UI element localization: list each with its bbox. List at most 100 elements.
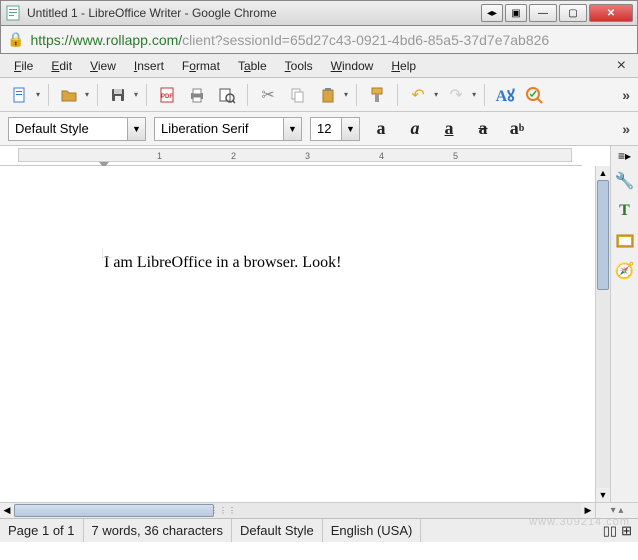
- redo-button[interactable]: ↷: [444, 83, 468, 107]
- bold-button[interactable]: a: [368, 117, 394, 141]
- ruler-tick: 1: [157, 151, 162, 161]
- status-page[interactable]: Page 1 of 1: [0, 519, 84, 542]
- workspace: I am LibreOffice in a browser. Look! ▲ ▼…: [0, 166, 638, 502]
- separator: [247, 84, 248, 106]
- window-title: Untitled 1 - LibreOffice Writer - Google…: [27, 6, 473, 20]
- url-host: https://www.rollapp.com/: [30, 32, 182, 48]
- close-button[interactable]: ✕: [589, 4, 633, 22]
- font-name-dropdown-icon[interactable]: ▼: [283, 118, 301, 140]
- menu-insert[interactable]: Insert: [126, 57, 172, 75]
- spellcheck-button[interactable]: Aꙋ: [493, 83, 517, 107]
- separator: [484, 84, 485, 106]
- url-bar[interactable]: 🔒 https://www.rollapp.com/client?session…: [0, 26, 638, 54]
- scroll-up-icon[interactable]: ▲: [596, 166, 610, 180]
- chrome-titlebar: Untitled 1 - LibreOffice Writer - Google…: [0, 0, 638, 26]
- separator: [397, 84, 398, 106]
- styles-icon[interactable]: T: [614, 200, 636, 222]
- scroll-left-icon[interactable]: ◀: [0, 503, 14, 518]
- chrome-ext-button-1[interactable]: ◂▸: [481, 4, 503, 22]
- font-size-combo[interactable]: ▼: [310, 117, 360, 141]
- undo-button[interactable]: ↶: [406, 83, 430, 107]
- url-path: client?sessionId=65d27c43-0921-4bd6-85a5…: [182, 32, 549, 48]
- cut-button[interactable]: ✂: [256, 83, 280, 107]
- page-favicon: [5, 5, 21, 21]
- open-button[interactable]: [57, 83, 81, 107]
- new-doc-button[interactable]: [8, 83, 32, 107]
- underline-button[interactable]: a: [436, 117, 462, 141]
- paragraph-style-combo[interactable]: ▼: [8, 117, 146, 141]
- status-style[interactable]: Default Style: [232, 519, 323, 542]
- new-dropdown-icon[interactable]: ▾: [36, 90, 40, 99]
- minimize-button[interactable]: —: [529, 4, 557, 22]
- export-pdf-button[interactable]: PDF: [155, 83, 179, 107]
- paste-button[interactable]: [316, 83, 340, 107]
- redo-dropdown-icon[interactable]: ▾: [472, 90, 476, 99]
- vscroll-thumb[interactable]: [597, 180, 609, 290]
- document-body-text[interactable]: I am LibreOffice in a browser. Look!: [104, 254, 505, 272]
- superscript-button[interactable]: ab: [504, 117, 530, 141]
- document-close-button[interactable]: ×: [611, 57, 632, 75]
- autospellcheck-button[interactable]: [523, 83, 547, 107]
- toolbar-overflow-button[interactable]: »: [622, 87, 630, 103]
- horizontal-ruler[interactable]: 1 2 3 4 5: [0, 146, 582, 166]
- hscroll-row: ◀ ⋮⋮⋮ ▶ ▾ ▴: [0, 502, 638, 518]
- paragraph-style-dropdown-icon[interactable]: ▼: [127, 118, 145, 140]
- sidebar-menu-icon[interactable]: ≡▸: [614, 146, 636, 166]
- paragraph-style-input[interactable]: [9, 118, 127, 140]
- properties-icon[interactable]: 🔧: [614, 170, 636, 192]
- menu-window[interactable]: Window: [323, 57, 382, 75]
- scroll-right-icon[interactable]: ▶: [581, 503, 595, 518]
- separator: [356, 84, 357, 106]
- ruler-tick: 3: [305, 151, 310, 161]
- font-name-combo[interactable]: ▼: [154, 117, 302, 141]
- navigator-icon[interactable]: 🧭: [614, 260, 636, 282]
- separator: [97, 84, 98, 106]
- menu-help[interactable]: Help: [383, 57, 424, 75]
- formatting-toolbar: ▼ ▼ ▼ a a a a ab »: [0, 112, 638, 146]
- strikethrough-button[interactable]: a: [470, 117, 496, 141]
- separator: [48, 84, 49, 106]
- vertical-scrollbar[interactable]: ▲ ▼: [595, 166, 610, 502]
- hscroll-grip-icon: ⋮⋮⋮: [210, 506, 237, 515]
- maximize-button[interactable]: ▢: [559, 4, 587, 22]
- status-wordcount[interactable]: 7 words, 36 characters: [84, 519, 233, 542]
- font-name-input[interactable]: [155, 118, 283, 140]
- undo-dropdown-icon[interactable]: ▾: [434, 90, 438, 99]
- menu-file[interactable]: File: [6, 57, 41, 75]
- lock-icon: 🔒: [7, 31, 24, 48]
- sidebar-toggle-strip: ≡▸: [610, 146, 638, 166]
- menu-edit[interactable]: Edit: [43, 57, 80, 75]
- hscroll-thumb[interactable]: [14, 504, 214, 517]
- chrome-ext-button-2[interactable]: ▣: [505, 4, 527, 22]
- menu-view[interactable]: View: [82, 57, 124, 75]
- url-text: https://www.rollapp.com/client?sessionId…: [30, 32, 549, 48]
- gallery-icon[interactable]: [614, 230, 636, 252]
- format-toolbar-overflow-button[interactable]: »: [622, 121, 630, 137]
- print-button[interactable]: [185, 83, 209, 107]
- page[interactable]: I am LibreOffice in a browser. Look!: [14, 174, 595, 502]
- scroll-down-icon[interactable]: ▼: [596, 488, 610, 502]
- italic-button[interactable]: a: [402, 117, 428, 141]
- document-area[interactable]: I am LibreOffice in a browser. Look!: [0, 166, 595, 502]
- save-button[interactable]: [106, 83, 130, 107]
- menu-format[interactable]: Format: [174, 57, 228, 75]
- standard-toolbar: ▾ ▾ ▾ PDF ✂ ▾ ↶ ▾ ↷ ▾ Aꙋ »: [0, 78, 638, 112]
- print-preview-button[interactable]: [215, 83, 239, 107]
- status-language[interactable]: English (USA): [323, 519, 422, 542]
- menu-tools[interactable]: Tools: [277, 57, 321, 75]
- ruler-tick: 4: [379, 151, 384, 161]
- separator: [146, 84, 147, 106]
- copy-button[interactable]: [286, 83, 310, 107]
- font-size-input[interactable]: [311, 118, 341, 140]
- save-dropdown-icon[interactable]: ▾: [134, 90, 138, 99]
- ruler-tick: 2: [231, 151, 236, 161]
- paste-dropdown-icon[interactable]: ▾: [344, 90, 348, 99]
- svg-text:PDF: PDF: [161, 94, 173, 100]
- clone-formatting-button[interactable]: [365, 83, 389, 107]
- menu-table[interactable]: Table: [230, 57, 275, 75]
- horizontal-scrollbar[interactable]: ◀ ⋮⋮⋮ ▶: [0, 503, 595, 518]
- open-dropdown-icon[interactable]: ▾: [85, 90, 89, 99]
- window-controls: ◂▸ ▣ — ▢ ✕: [479, 4, 633, 22]
- font-size-dropdown-icon[interactable]: ▼: [341, 118, 359, 140]
- menu-bar: File Edit View Insert Format Table Tools…: [0, 54, 638, 78]
